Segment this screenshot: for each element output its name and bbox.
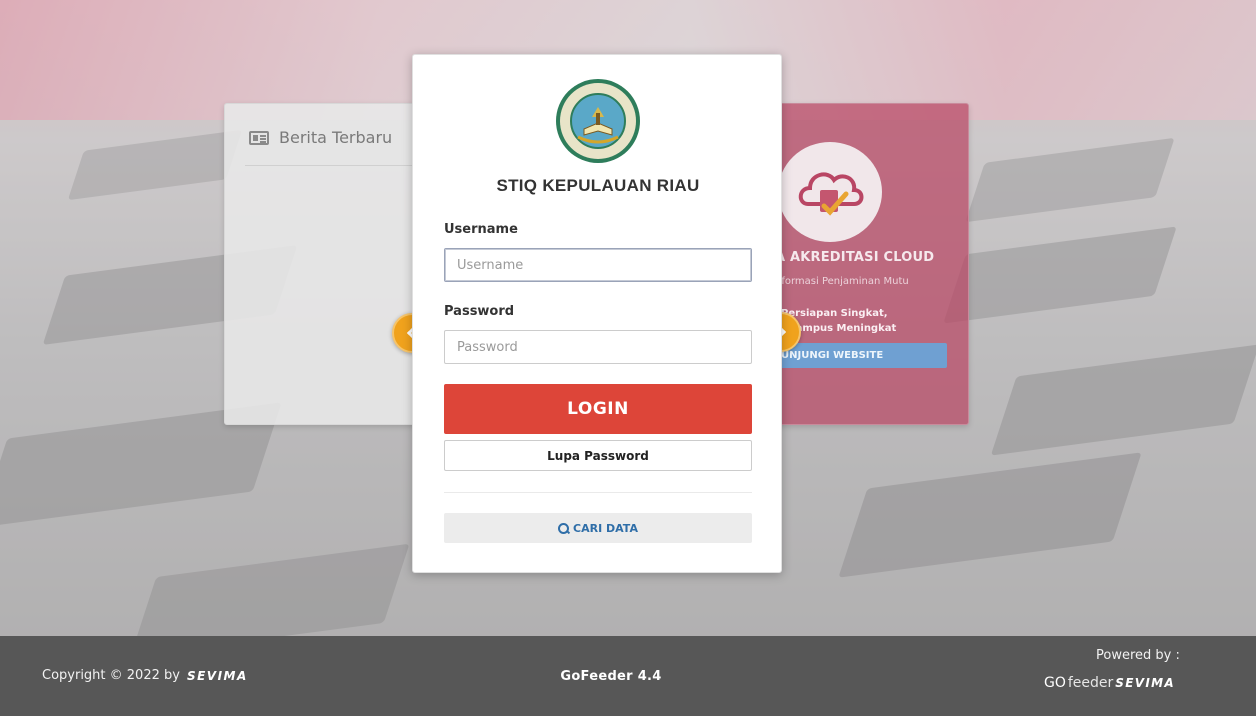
forgot-password-button[interactable]: Lupa Password (444, 440, 752, 471)
search-icon (558, 522, 570, 534)
news-card-divider (245, 165, 415, 166)
news-card-header: Berita Terbaru (225, 104, 423, 147)
promo-subtitle: nformasi Penjaminan Mutu (775, 276, 909, 287)
username-label: Username (444, 222, 518, 237)
cloud-certificate-icon (798, 172, 864, 216)
visit-website-button[interactable]: UNJUNGI WEBSITE (775, 343, 947, 368)
password-label: Password (444, 304, 515, 319)
promo-icon-circle (778, 142, 882, 242)
promo-tagline-line: Persiapan Singkat, (781, 308, 888, 319)
institution-logo (556, 79, 640, 163)
gofeeder-logo-go: GO (1044, 675, 1066, 691)
password-input[interactable] (444, 330, 752, 364)
newspaper-icon (249, 130, 269, 145)
news-card-title: Berita Terbaru (279, 128, 393, 147)
institution-name: STIQ KEPULAUAN RIAU (496, 176, 700, 195)
sevima-logo: SEVIMA (1115, 676, 1175, 690)
gofeeder-sevima-logo: GO feeder SEVIMA (1044, 675, 1175, 691)
footer: Copyright © 2022 by SEVIMA GoFeeder 4.4 … (0, 636, 1256, 716)
gofeeder-logo-feeder: feeder (1067, 675, 1114, 691)
powered-by-label: Powered by : (1096, 648, 1180, 663)
app-version: GoFeeder 4.4 (560, 669, 662, 684)
username-input[interactable] (444, 248, 752, 282)
promo-title: A AKREDITASI CLOUD (775, 250, 935, 265)
promo-card[interactable]: A AKREDITASI CLOUD nformasi Penjaminan M… (770, 103, 969, 425)
news-card: Berita Terbaru (224, 103, 424, 425)
search-data-label: CARI DATA (573, 521, 638, 535)
search-data-button[interactable]: CARI DATA (444, 513, 752, 543)
divider (444, 492, 752, 493)
login-panel: STIQ KEPULAUAN RIAU Username Password LO… (412, 54, 782, 573)
login-button[interactable]: LOGIN (444, 384, 752, 434)
